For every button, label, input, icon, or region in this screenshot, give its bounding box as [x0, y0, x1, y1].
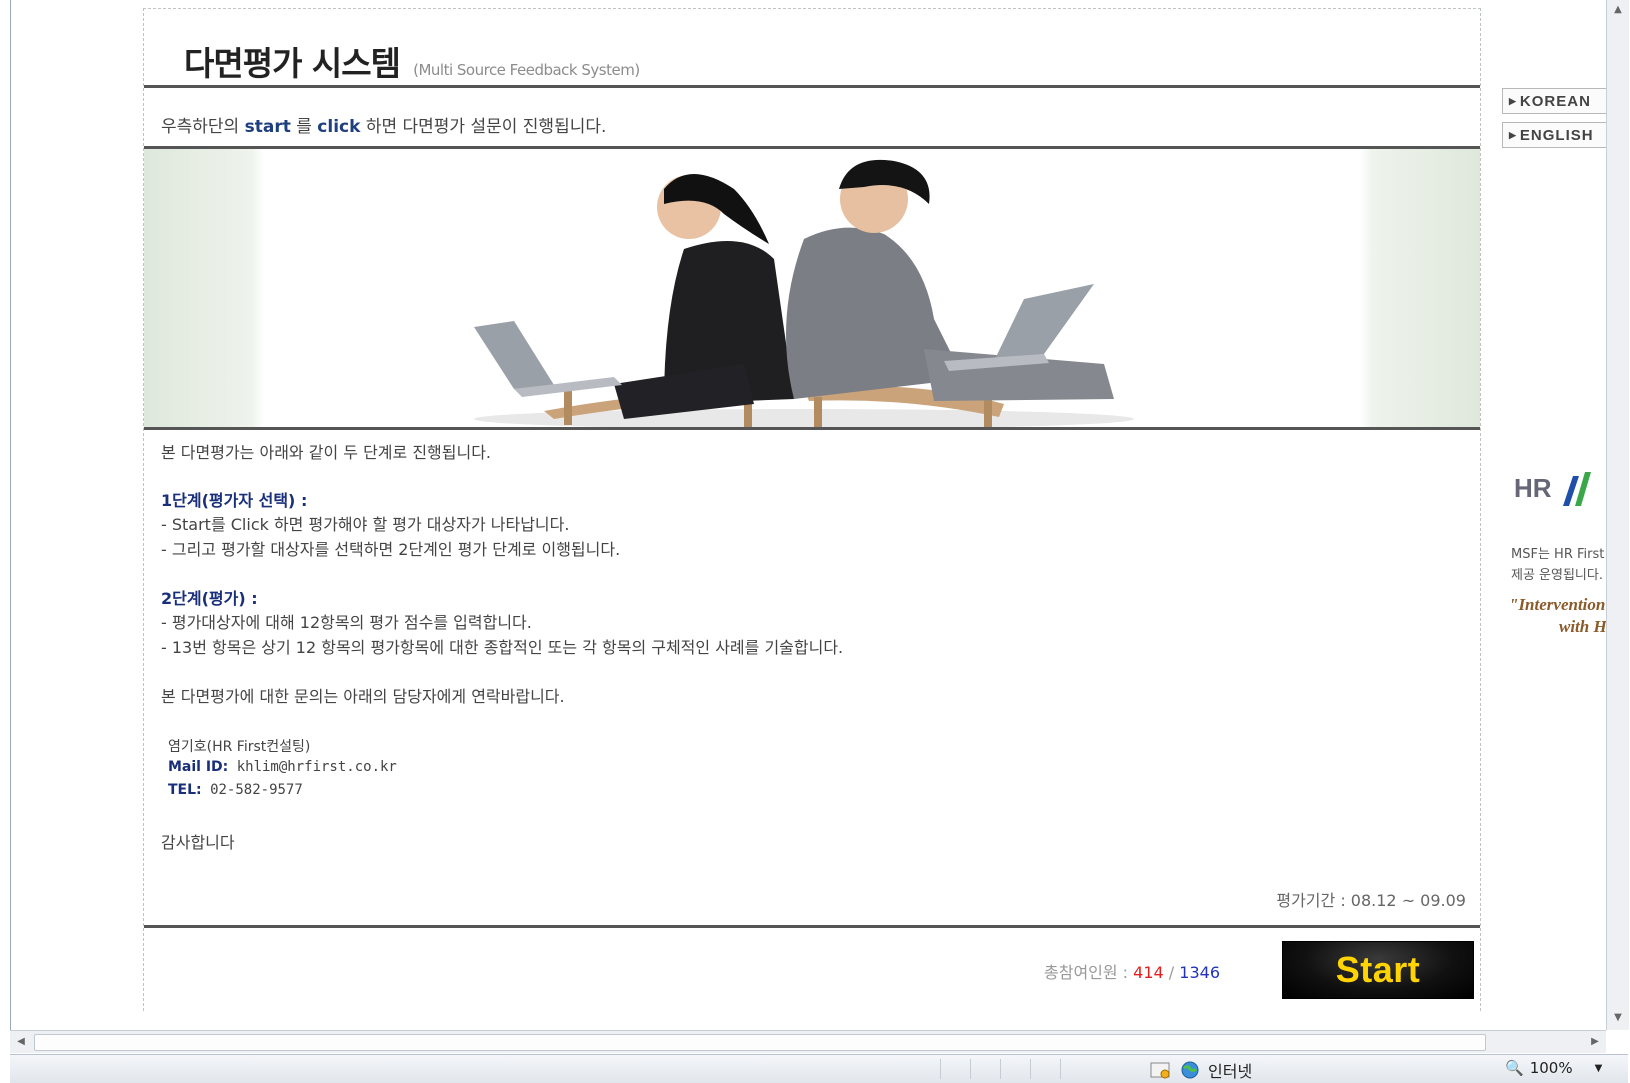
zoom-icon: 🔍 [1505, 1059, 1524, 1077]
logo-mark-icon [1562, 472, 1591, 506]
count-total: 1346 [1179, 963, 1220, 982]
contact-tel: TEL: 02-582-9577 [168, 782, 303, 798]
business-people-illustration [474, 159, 1134, 427]
contact-name: 염기호(HR First컨설팅) [168, 739, 311, 755]
status-separator [1060, 1059, 1061, 1079]
scroll-down-icon[interactable]: ▼ [1607, 1008, 1629, 1028]
hero-bottom-divider [144, 427, 1480, 430]
step2-line2: - 13번 항목은 상기 12 항목의 평가항목에 대한 종합적인 또는 각 항… [161, 638, 844, 657]
triangle-right-icon: ▶ [1509, 129, 1517, 140]
mail-value: khlim@hrfirst.co.kr [228, 759, 397, 775]
zone-label: 인터넷 [1208, 1062, 1253, 1081]
horizontal-scrollbar[interactable]: ◀ ▶ [10, 1030, 1606, 1053]
step1-line1: - Start를 Click 하면 평가해야 할 평가 대상자가 나타납니다. [161, 515, 570, 534]
intro-part2: 를 [290, 117, 318, 137]
english-label: ENGLISH [1519, 126, 1594, 144]
status-separator [940, 1059, 941, 1079]
title-english: (Multi Source Feedback System) [413, 61, 640, 79]
title-korean: 다면평가 시스템 [184, 44, 401, 83]
count-label: 총참여인원 : [1044, 963, 1134, 982]
start-button[interactable]: Start [1282, 941, 1474, 999]
scroll-up-icon[interactable]: ▲ [1607, 0, 1629, 20]
mail-label: Mail ID: [168, 759, 229, 775]
vertical-scrollbar[interactable]: ▲ ▼ [1606, 0, 1629, 1030]
count-completed: 414 [1133, 963, 1164, 982]
globe-icon [1181, 1061, 1199, 1079]
footer-divider [144, 925, 1480, 928]
korean-label: KOREAN [1519, 92, 1591, 110]
main-panel: 다면평가 시스템 (Multi Source Feedback System) … [143, 8, 1481, 1011]
chevron-down-icon[interactable]: ▼ [1595, 1063, 1603, 1074]
security-zone[interactable]: 인터넷 [1150, 1058, 1252, 1082]
page-title: 다면평가 시스템 (Multi Source Feedback System) [184, 37, 640, 85]
horizontal-scroll-thumb[interactable] [34, 1034, 1486, 1051]
intro-part3: 하면 다면평가 설문이 진행됩니다. [360, 117, 607, 137]
quote-line1: "Intervention [1509, 595, 1606, 614]
step1-line2: - 그리고 평가할 대상자를 선택하면 2단계인 평가 단계로 이행됩니다. [161, 540, 621, 559]
evaluation-period: 평가기간 : 08.12 ~ 09.09 [1276, 891, 1466, 910]
step1-title: 1단계(평가자 선택) : [161, 491, 308, 510]
thanks-text: 감사합니다 [161, 833, 235, 852]
zoom-control[interactable]: 🔍 100% ▼ [1505, 1059, 1602, 1077]
english-button[interactable]: ▶ ENGLISH [1502, 122, 1610, 148]
step2-line1: - 평가대상자에 대해 12항목의 평가 점수를 입력합니다. [161, 613, 532, 632]
inquiry-text: 본 다면평가에 대한 문의는 아래의 담당자에게 연락바랍니다. [161, 687, 565, 706]
hrfirst-quote: "Intervention with HF [1509, 594, 1618, 638]
tel-value: 02-582-9577 [201, 782, 303, 798]
intro-start-word: start [244, 117, 291, 137]
protected-mode-icon [1150, 1062, 1170, 1079]
header-divider [144, 85, 1480, 88]
quote-line2: with HF [1559, 617, 1619, 636]
scroll-right-icon[interactable]: ▶ [1584, 1031, 1606, 1053]
status-bar: 인터넷 🔍 100% ▼ [10, 1054, 1628, 1083]
zoom-level: 100% [1529, 1059, 1573, 1077]
intro-click-word: click [317, 117, 361, 137]
browser-viewport: 다면평가 시스템 (Multi Source Feedback System) … [10, 0, 1622, 1030]
hero-image [144, 149, 1480, 427]
korean-button[interactable]: ▶ KOREAN [1502, 88, 1610, 114]
overview-text: 본 다면평가는 아래와 같이 두 단계로 진행됩니다. [161, 443, 492, 462]
status-separator [1030, 1059, 1031, 1079]
intro-part1: 우측하단의 [161, 117, 245, 137]
participant-count: 총참여인원 : 414 / 1346 [1044, 959, 1220, 983]
status-separator [970, 1059, 971, 1079]
intro-text: 우측하단의 start 를 click 하면 다면평가 설문이 진행됩니다. [161, 112, 606, 137]
status-separator [1000, 1059, 1001, 1079]
logo-hr-text: HR [1514, 472, 1552, 503]
triangle-right-icon: ▶ [1509, 95, 1517, 106]
scroll-left-icon[interactable]: ◀ [10, 1031, 32, 1053]
tel-label: TEL: [168, 782, 202, 798]
count-separator: / [1163, 963, 1180, 982]
step2-title: 2단계(평가) : [161, 589, 258, 608]
contact-mail: Mail ID: khlim@hrfirst.co.kr [168, 759, 397, 775]
